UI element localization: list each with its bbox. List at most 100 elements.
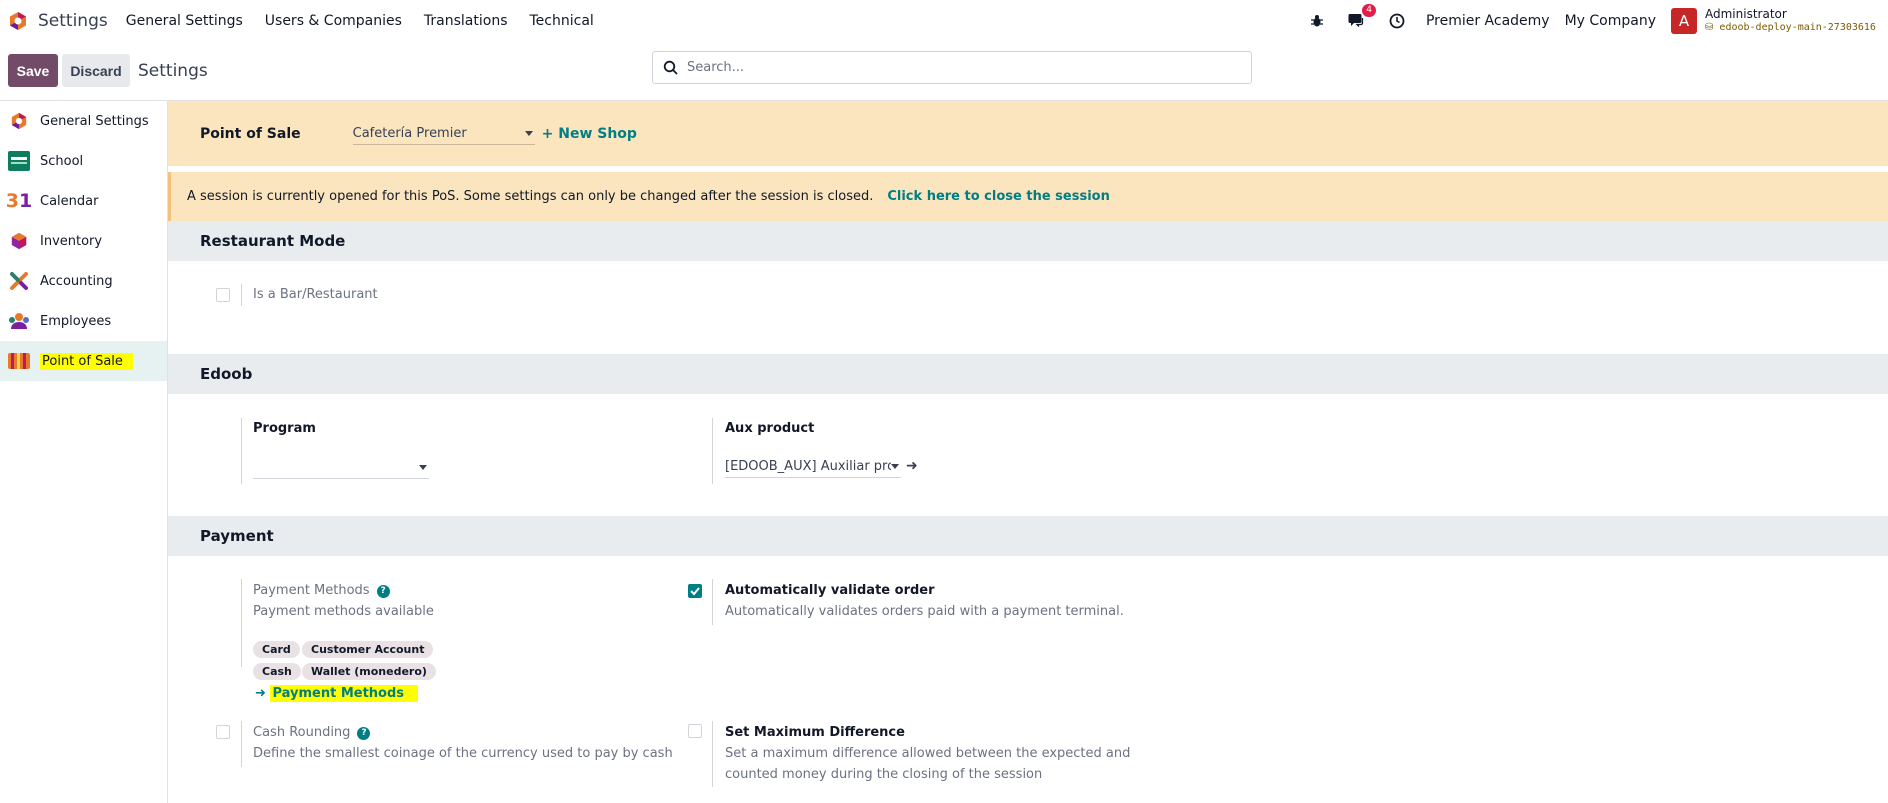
page-title: Settings <box>138 60 208 81</box>
sidebar-item-calendar[interactable]: 31 Calendar <box>0 181 167 221</box>
cash-rounding-checkbox[interactable] <box>216 725 230 739</box>
sidebar-item-label: General Settings <box>40 113 149 129</box>
payment-method-tag[interactable]: Customer Account <box>302 641 434 658</box>
my-company-switcher[interactable]: My Company <box>1565 13 1656 29</box>
cash-rounding-label: Cash Rounding <box>253 725 351 740</box>
cash-rounding-desc: Define the smallest coinage of the curre… <box>253 746 673 761</box>
alert-message: A session is currently opened for this P… <box>187 189 874 204</box>
payment-methods-label: Payment Methods <box>253 583 370 598</box>
pos-selector-bar: Point of Sale Cafetería Premier + New Sh… <box>168 101 1888 166</box>
sidebar-item-employees[interactable]: Employees <box>0 301 167 341</box>
section-title: Payment <box>200 527 274 545</box>
new-shop-button[interactable]: + New Shop <box>542 126 637 142</box>
section-payment: Payment <box>168 516 1888 556</box>
accounting-icon <box>8 270 30 292</box>
chevron-down-icon <box>524 130 533 136</box>
divider <box>712 579 713 625</box>
database-name: ⛁ edoob-deploy-main-27303616 <box>1705 21 1888 34</box>
program-label: Program <box>253 421 316 436</box>
section-restaurant-mode: Restaurant Mode <box>168 221 1888 261</box>
company-switcher[interactable]: Premier Academy <box>1426 13 1550 29</box>
max-difference-desc-line-1: Set a maximum difference allowed between… <box>725 746 1131 761</box>
app-logo-icon[interactable] <box>7 10 29 32</box>
database-icon: ⛁ <box>1705 21 1714 33</box>
sidebar-item-point-of-sale[interactable]: Point of Sale <box>0 341 167 381</box>
payment-methods-link[interactable]: ➜ Payment Methods <box>255 685 419 702</box>
messages-count-badge: 4 <box>1362 3 1376 17</box>
program-select[interactable] <box>253 457 429 479</box>
arrow-right-icon: ➜ <box>255 686 266 701</box>
chat-icon[interactable]: 4 <box>1346 3 1376 32</box>
section-edoob: Edoob <box>168 354 1888 394</box>
max-difference-label: Set Maximum Difference <box>725 725 905 740</box>
avatar[interactable]: A <box>1671 7 1697 34</box>
divider <box>712 721 713 787</box>
auto-validate-desc: Automatically validates orders paid with… <box>725 604 1124 619</box>
aux-product-select[interactable]: [EDOOB_AUX] Auxiliar pro <box>725 456 901 478</box>
section-title: Restaurant Mode <box>200 232 346 250</box>
save-button[interactable]: Save <box>8 54 58 87</box>
user-menu[interactable]: Administrator ⛁ edoob-deploy-main-273036… <box>1705 8 1888 34</box>
arrow-right-icon[interactable]: ➜ <box>906 458 918 474</box>
settings-content: Point of Sale Cafetería Premier + New Sh… <box>168 101 1888 803</box>
navbar-systray: 4 Premier Academy My Company A Administr… <box>1306 0 1888 41</box>
cash-rounding-field: Cash Rounding? <box>253 725 371 740</box>
aux-product-label: Aux product <box>725 421 815 436</box>
aux-product-value: [EDOOB_AUX] Auxiliar pro <box>725 459 891 474</box>
payment-methods-desc: Payment methods available <box>253 604 434 619</box>
max-difference-checkbox[interactable] <box>688 724 702 738</box>
auto-validate-label: Automatically validate order <box>725 583 935 598</box>
point-of-sale-icon <box>8 350 30 372</box>
auto-validate-checkbox[interactable] <box>688 584 702 598</box>
discard-button[interactable]: Discard <box>62 54 130 87</box>
app-title[interactable]: Settings <box>38 11 108 31</box>
payment-methods-field: Payment Methods? <box>253 583 390 598</box>
payment-method-tag[interactable]: Card <box>253 641 300 658</box>
database-name-text: edoob-deploy-main-27303616 <box>1719 21 1876 33</box>
shop-select[interactable]: Cafetería Premier <box>352 123 535 145</box>
menu-technical[interactable]: Technical <box>530 13 594 29</box>
help-icon[interactable]: ? <box>357 726 371 740</box>
user-name: Administrator <box>1705 7 1787 21</box>
section-title: Edoob <box>200 365 253 383</box>
inventory-icon <box>8 230 30 252</box>
clock-icon[interactable] <box>1386 10 1408 32</box>
control-panel: Save Discard Settings <box>0 41 1888 101</box>
divider <box>241 579 242 667</box>
sidebar-item-label: School <box>40 153 84 169</box>
divider <box>241 284 242 306</box>
main-menu: General Settings Users & Companies Trans… <box>126 13 616 29</box>
payment-method-tag[interactable]: Wallet (monedero) <box>302 663 436 680</box>
is-bar-checkbox[interactable] <box>216 288 230 302</box>
payment-method-tag[interactable]: Cash <box>253 663 301 680</box>
search-box[interactable] <box>652 51 1252 84</box>
sidebar-item-general-settings[interactable]: General Settings <box>0 101 167 141</box>
checkmark-icon <box>690 587 700 596</box>
divider <box>712 418 713 484</box>
bug-icon[interactable] <box>1306 10 1328 32</box>
settings-sidebar: General Settings School 31 Calendar Inve… <box>0 101 168 803</box>
sidebar-item-label: Accounting <box>40 273 113 289</box>
help-icon[interactable]: ? <box>376 584 390 598</box>
sidebar-item-label: Inventory <box>40 233 103 249</box>
sidebar-item-label: Point of Sale <box>40 352 133 370</box>
close-session-link[interactable]: Click here to close the session <box>887 189 1110 204</box>
menu-translations[interactable]: Translations <box>424 13 508 29</box>
menu-general-settings[interactable]: General Settings <box>126 13 243 29</box>
sidebar-item-inventory[interactable]: Inventory <box>0 221 167 261</box>
sidebar-item-school[interactable]: School <box>0 141 167 181</box>
chevron-down-icon <box>419 465 427 470</box>
menu-users-companies[interactable]: Users & Companies <box>265 13 402 29</box>
divider <box>241 721 242 767</box>
school-icon <box>8 150 30 172</box>
shop-select-value: Cafetería Premier <box>352 125 467 141</box>
payment-methods-link-text: Payment Methods <box>270 685 419 702</box>
sidebar-item-accounting[interactable]: Accounting <box>0 261 167 301</box>
divider <box>241 418 242 484</box>
is-bar-label: Is a Bar/Restaurant <box>253 287 378 302</box>
calendar-icon: 31 <box>5 190 33 212</box>
search-input[interactable] <box>687 60 1227 75</box>
settings-logo-icon <box>8 110 30 132</box>
max-difference-desc-line-2: counted money during the closing of the … <box>725 767 1043 782</box>
sidebar-item-label: Employees <box>40 313 112 329</box>
